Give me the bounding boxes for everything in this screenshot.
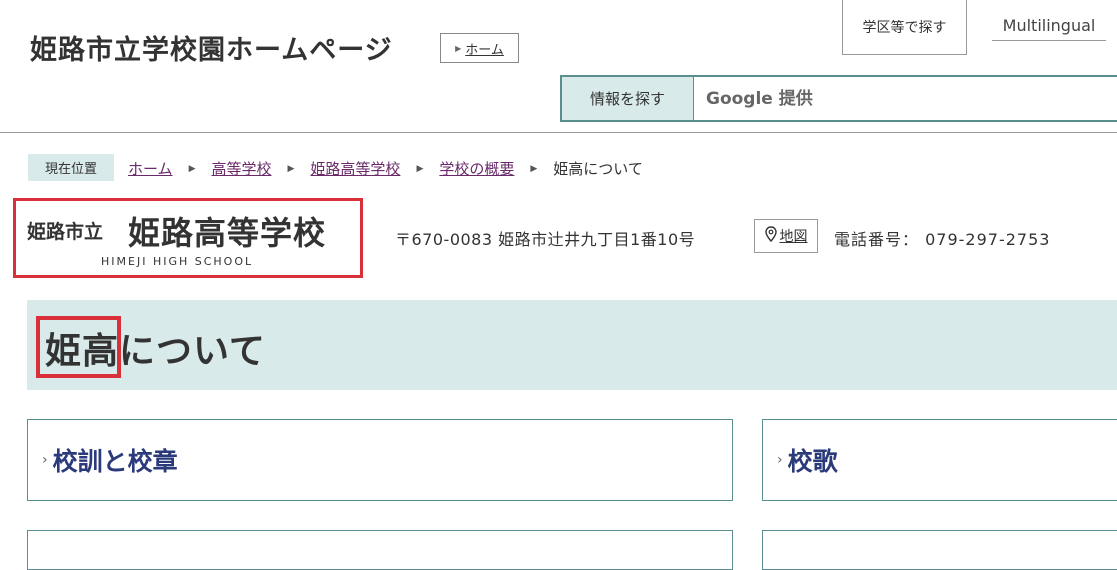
triangle-right-icon: ▶ xyxy=(530,163,538,174)
card-next-left[interactable] xyxy=(27,530,733,570)
card-label: 校歌 xyxy=(787,447,838,476)
card-label: 校訓と校章 xyxy=(52,447,178,476)
school-address: 〒670-0083 姫路市辻井九丁目1番10号 xyxy=(395,230,696,249)
map-pin-icon xyxy=(764,226,777,246)
title-highlight-box xyxy=(36,316,121,378)
site-search: 情報を探す xyxy=(560,75,1117,122)
home-button[interactable]: ▶ ホーム xyxy=(440,33,519,63)
header-divider xyxy=(0,132,1117,133)
school-prefix: 姫路市立 xyxy=(27,221,104,243)
card-school-song[interactable]: › 校歌 xyxy=(762,419,1117,501)
site-title[interactable]: 姫路市立学校園ホームページ xyxy=(30,28,393,67)
chevron-right-icon: › xyxy=(777,452,783,468)
school-name[interactable]: 姫路高等学校 xyxy=(128,208,326,254)
breadcrumb: ホーム ▶ 高等学校 ▶ 姫路高等学校 ▶ 学校の概要 ▶ 姫高について xyxy=(128,158,643,179)
triangle-right-icon: ▶ xyxy=(188,163,196,174)
district-search-button[interactable]: 学区等で探す xyxy=(842,0,967,55)
breadcrumb-label: 現在位置 xyxy=(28,154,114,181)
triangle-right-icon: ▶ xyxy=(287,163,295,174)
card-next-right[interactable] xyxy=(762,530,1117,570)
map-button-label: 地図 xyxy=(779,229,808,245)
breadcrumb-current: 姫高について xyxy=(553,160,643,178)
school-name-english: HIMEJI HIGH SCHOOL xyxy=(101,255,254,268)
triangle-right-icon: ▶ xyxy=(416,163,424,174)
home-button-label: ホーム xyxy=(465,42,504,58)
breadcrumb-item-home[interactable]: ホーム xyxy=(128,158,173,179)
search-label: 情報を探す xyxy=(562,77,694,120)
chevron-right-icon: › xyxy=(42,452,48,468)
school-phone: 電話番号： 079-297-2753 xyxy=(834,230,1051,249)
search-input[interactable] xyxy=(694,77,1117,120)
breadcrumb-item-himeji-high[interactable]: 姫路高等学校 xyxy=(310,158,400,179)
breadcrumb-item-high-school[interactable]: 高等学校 xyxy=(211,158,271,179)
breadcrumb-item-overview[interactable]: 学校の概要 xyxy=(439,158,514,179)
multilingual-button[interactable]: Multilingual xyxy=(992,10,1106,41)
map-button[interactable]: 地図 xyxy=(754,219,818,253)
card-school-motto[interactable]: › 校訓と校章 xyxy=(27,419,733,501)
triangle-right-icon: ▶ xyxy=(455,43,462,53)
